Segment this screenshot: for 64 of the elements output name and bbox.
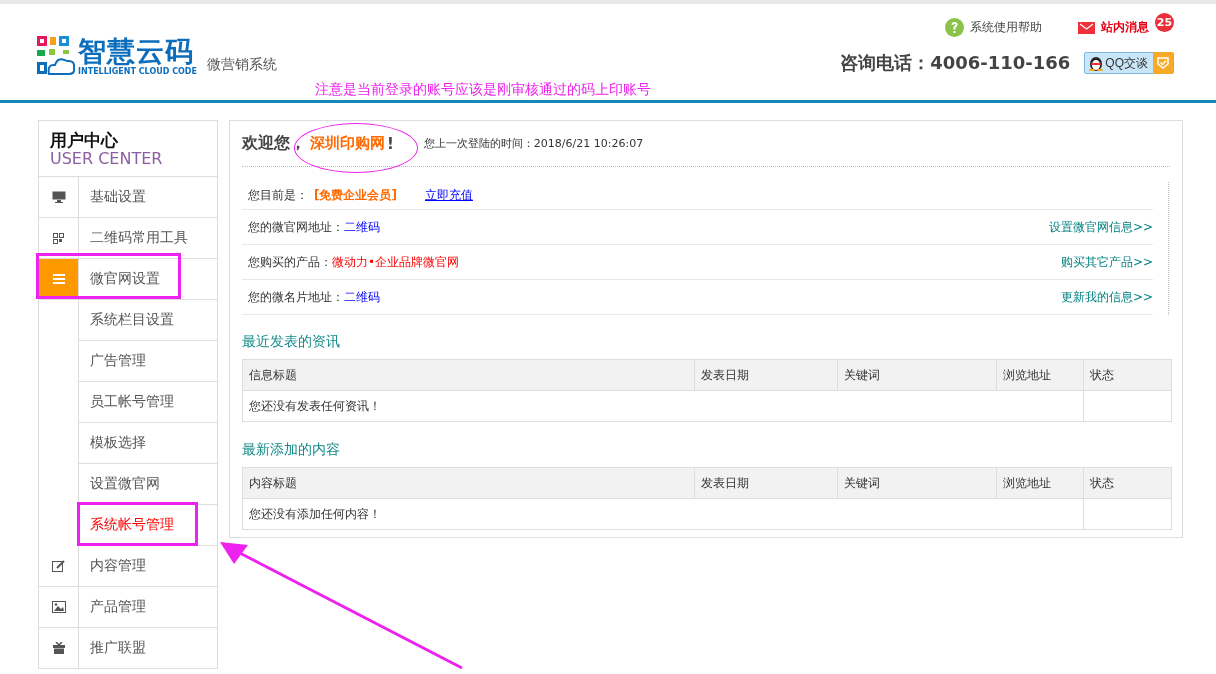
sidebar-title: 用户中心 bbox=[50, 130, 119, 150]
check-icon bbox=[1157, 57, 1169, 69]
last-login-time: 2018/6/21 10:26:07 bbox=[533, 137, 644, 150]
sidebar-item[interactable]: 系统帐号管理 bbox=[39, 505, 217, 546]
qr-code-icon bbox=[53, 232, 64, 244]
user-name: 深圳印购网 bbox=[306, 134, 387, 153]
mail-icon bbox=[1078, 21, 1095, 34]
help-icon bbox=[945, 18, 964, 37]
column-header: 状态 bbox=[1083, 359, 1172, 391]
messages-link[interactable]: 站内消息 bbox=[1101, 19, 1149, 36]
hotline-text: 咨询电话：4006-110-166 bbox=[840, 51, 1071, 75]
last-login-label: 您上一次登陆的时间： bbox=[423, 136, 534, 151]
info-label: 您目前是： bbox=[248, 187, 308, 204]
column-header: 发表日期 bbox=[694, 359, 838, 391]
sidebar-item[interactable]: 微官网设置 bbox=[39, 259, 217, 300]
info-value[interactable]: 二维码 bbox=[344, 218, 380, 236]
info-action-link[interactable]: 购买其它产品>> bbox=[1060, 253, 1153, 271]
section-title: 最新添加的内容 bbox=[242, 441, 341, 459]
info-label: 您的微官网地址： bbox=[248, 218, 344, 236]
penguin-icon bbox=[1089, 55, 1104, 71]
logo-subtitle: INTELLIGENT CLOUD CODE bbox=[78, 66, 197, 76]
section-title: 最近发表的资讯 bbox=[242, 333, 341, 351]
recharge-link[interactable]: 立即充值 bbox=[424, 187, 473, 204]
column-header: 浏览地址 bbox=[996, 359, 1084, 391]
sidebar-subtitle: USER CENTER bbox=[50, 150, 164, 168]
sidebar-item[interactable]: 基础设置 bbox=[39, 177, 217, 218]
sidebar-item[interactable]: 推广联盟 bbox=[39, 628, 217, 669]
sidebar-item[interactable]: 系统栏目设置 bbox=[39, 300, 217, 341]
annotation-note: 注意是当前登录的账号应该是刚审核通过的码上印账号 bbox=[315, 81, 651, 99]
sidebar-item[interactable]: 内容管理 bbox=[39, 546, 217, 587]
monitor-icon bbox=[51, 191, 66, 203]
empty-message: 您还没有添加任何内容！ bbox=[242, 498, 1084, 530]
info-label: 您购买的产品： bbox=[248, 253, 332, 271]
info-action-link[interactable]: 设置微官网信息>> bbox=[1048, 218, 1153, 236]
column-header: 状态 bbox=[1083, 467, 1172, 499]
column-header: 内容标题 bbox=[242, 467, 695, 499]
gift-icon bbox=[52, 642, 65, 654]
info-label: 您的微名片地址： bbox=[248, 288, 344, 306]
info-value: [免费企业会员] bbox=[314, 187, 397, 204]
info-action-link[interactable]: 更新我的信息>> bbox=[1060, 288, 1153, 306]
qr-cloud-logo-icon bbox=[37, 36, 75, 76]
message-count-badge: 25 bbox=[1155, 13, 1174, 32]
column-header: 关键词 bbox=[837, 467, 997, 499]
sidebar-item[interactable]: 广告管理 bbox=[39, 341, 217, 382]
sidebar-item[interactable]: 员工帐号管理 bbox=[39, 382, 217, 423]
info-value: 微动力•企业品牌微官网 bbox=[332, 253, 460, 271]
sidebar-item[interactable]: 产品管理 bbox=[39, 587, 217, 628]
exclamation-mark: ! bbox=[387, 134, 394, 153]
empty-message: 您还没有发表任何资讯！ bbox=[242, 390, 1084, 422]
column-header: 关键词 bbox=[837, 359, 997, 391]
logo-title: 智慧云码 bbox=[78, 36, 194, 67]
column-header: 信息标题 bbox=[242, 359, 695, 391]
help-link[interactable]: 系统使用帮助 bbox=[970, 19, 1042, 36]
system-name: 微营销系统 bbox=[206, 56, 277, 74]
column-header: 浏览地址 bbox=[996, 467, 1084, 499]
image-icon bbox=[51, 601, 66, 613]
column-header: 发表日期 bbox=[694, 467, 838, 499]
edit-icon bbox=[52, 560, 65, 572]
sidebar-item[interactable]: 模板选择 bbox=[39, 423, 217, 464]
qq-chat-button[interactable]: QQ交谈 bbox=[1084, 52, 1174, 74]
welcome-greeting: 欢迎您， bbox=[242, 133, 306, 154]
menu-icon bbox=[52, 274, 65, 284]
info-value[interactable]: 二维码 bbox=[344, 288, 380, 306]
sidebar-item[interactable]: 设置微官网 bbox=[39, 464, 217, 505]
